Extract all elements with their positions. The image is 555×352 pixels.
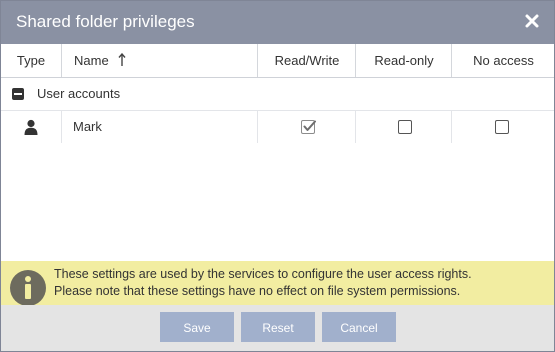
column-header-no-access[interactable]: No access bbox=[451, 44, 554, 77]
column-header-type-label: Type bbox=[16, 53, 46, 68]
dialog-title: Shared folder privileges bbox=[16, 12, 195, 31]
column-header-name[interactable]: Name bbox=[61, 44, 257, 77]
no-access-checkbox[interactable] bbox=[495, 120, 509, 134]
user-icon bbox=[23, 119, 39, 135]
collapse-icon[interactable] bbox=[12, 88, 24, 100]
info-bar: These settings are used by the services … bbox=[1, 261, 554, 307]
dialog-titlebar: Shared folder privileges bbox=[1, 1, 554, 44]
table-row[interactable]: Mark bbox=[1, 111, 554, 143]
dialog-footer: Save Reset Cancel bbox=[1, 305, 554, 351]
column-header-type[interactable]: Type bbox=[1, 44, 61, 77]
read-write-cell bbox=[257, 111, 356, 143]
info-line-2: Please note that these settings have no … bbox=[54, 284, 461, 298]
read-write-checkbox[interactable] bbox=[301, 120, 316, 134]
reset-button[interactable]: Reset bbox=[241, 312, 315, 342]
close-icon[interactable] bbox=[524, 13, 540, 29]
column-header-read-only[interactable]: Read-only bbox=[355, 44, 452, 77]
read-only-checkbox[interactable] bbox=[398, 120, 412, 134]
column-header-read-only-label: Read-only bbox=[374, 53, 434, 68]
grid-header: Type Name Read/Write Read-only No access bbox=[1, 44, 554, 78]
name-cell: Mark bbox=[61, 111, 258, 143]
save-button[interactable]: Save bbox=[160, 312, 234, 342]
column-header-read-write-label: Read/Write bbox=[274, 53, 340, 68]
column-header-read-write[interactable]: Read/Write bbox=[257, 44, 356, 77]
column-header-name-label: Name bbox=[74, 53, 109, 68]
cancel-button[interactable]: Cancel bbox=[322, 312, 396, 342]
column-header-no-access-label: No access bbox=[473, 53, 534, 68]
read-only-cell bbox=[355, 111, 452, 143]
user-name: Mark bbox=[73, 119, 102, 134]
group-label: User accounts bbox=[37, 86, 121, 101]
shared-folder-privileges-dialog: Shared folder privileges Type Name Read/… bbox=[0, 0, 555, 352]
no-access-cell bbox=[451, 111, 554, 143]
info-line-1: These settings are used by the services … bbox=[54, 267, 472, 281]
info-icon bbox=[9, 269, 47, 307]
group-row-user-accounts[interactable]: User accounts bbox=[1, 78, 554, 111]
info-text: These settings are used by the services … bbox=[54, 266, 472, 300]
type-cell bbox=[1, 111, 61, 143]
sort-ascending-icon bbox=[118, 46, 126, 79]
